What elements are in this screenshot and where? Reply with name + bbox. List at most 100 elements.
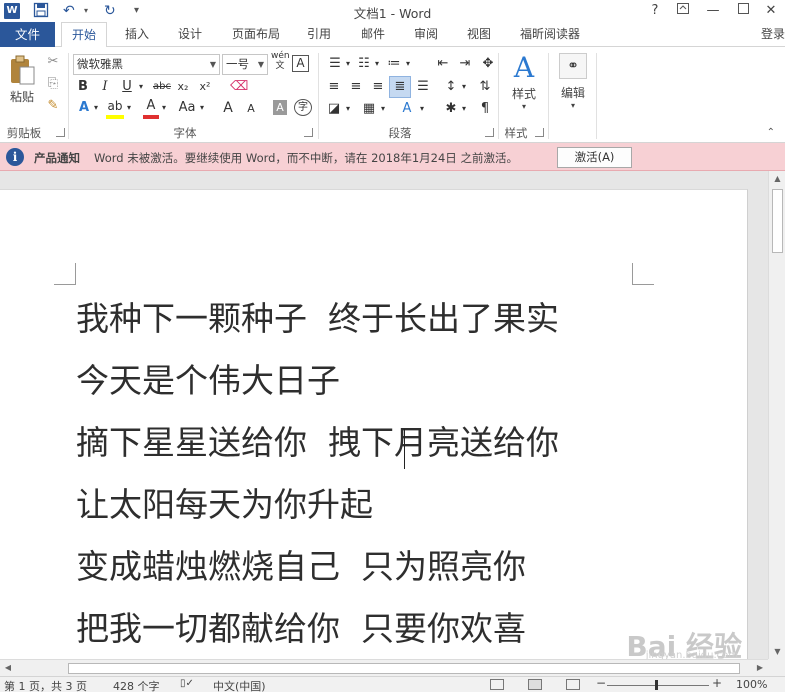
bold-button[interactable]: B — [76, 78, 90, 96]
shrink-font-button[interactable]: A — [244, 100, 258, 118]
multilevel-list-icon[interactable]: ≔ — [384, 55, 404, 73]
zoom-level[interactable]: 100% — [736, 678, 767, 691]
paragraph-launcher-icon[interactable] — [485, 128, 494, 137]
tab-insert[interactable]: 插入 — [118, 22, 156, 47]
grow-font-button[interactable]: A — [220, 99, 236, 117]
activate-button[interactable]: 激活(A) — [557, 147, 632, 168]
paste-button[interactable]: 粘贴 — [5, 55, 39, 113]
text-effects-button[interactable]: A — [76, 99, 92, 117]
tab-view[interactable]: 视图 — [460, 22, 498, 47]
chevron-down-icon[interactable]: ▾ — [92, 99, 100, 117]
sort-icon[interactable]: ⇅ — [476, 78, 494, 96]
text-line[interactable]: 摘下星星送给你 拽下月亮送给你 — [76, 423, 559, 463]
line-spacing-icon[interactable]: ↕ — [442, 78, 460, 96]
format-painter-icon[interactable]: ✎ — [44, 97, 62, 115]
show-hide-marks-icon[interactable]: ¶ — [476, 100, 494, 118]
font-launcher-icon[interactable] — [304, 128, 313, 137]
chevron-down-icon[interactable]: ▾ — [460, 100, 468, 118]
word-count[interactable]: 428 个字 — [113, 678, 160, 692]
tab-layout[interactable]: 页面布局 — [226, 22, 286, 47]
borders-icon[interactable]: ▦ — [360, 100, 378, 118]
cut-icon[interactable]: ✂ — [44, 53, 62, 71]
text-line[interactable]: 把我一切都献给你 只要你欢喜 — [76, 609, 526, 649]
tab-references[interactable]: 引用 — [300, 22, 338, 47]
horizontal-scrollbar[interactable]: ◀ ▶ — [0, 659, 768, 676]
styles-launcher-icon[interactable] — [535, 128, 544, 137]
chevron-down-icon[interactable]: ▾ — [460, 78, 468, 96]
ribbon-display-options-icon[interactable] — [672, 2, 694, 20]
change-case-button[interactable]: Aa — [176, 99, 198, 117]
print-layout-icon[interactable] — [528, 679, 542, 690]
tab-design[interactable]: 设计 — [171, 22, 209, 47]
bullets-icon[interactable]: ☰ — [325, 55, 345, 73]
increase-indent-icon[interactable]: ⇥ — [456, 55, 474, 73]
chevron-down-icon[interactable]: ▾ — [160, 99, 168, 117]
subscript-button[interactable]: x₂ — [175, 78, 191, 96]
page-count[interactable]: 第 1 页，共 3 页 — [4, 678, 87, 692]
tab-foxit-reader[interactable]: 福昕阅读器 — [514, 22, 586, 47]
asian-typography-icon[interactable]: A — [398, 100, 416, 118]
maximize-button[interactable] — [732, 2, 754, 20]
enclose-characters-button[interactable]: 字 — [294, 99, 312, 116]
scroll-up-icon[interactable]: ▲ — [769, 174, 785, 183]
font-size-select[interactable]: 一号 ▼ — [222, 54, 268, 75]
align-right-icon[interactable]: ≡ — [369, 78, 387, 96]
font-color-button[interactable]: A — [143, 97, 159, 119]
login-link[interactable]: 登录 — [761, 25, 785, 42]
document-area[interactable]: 我种下一颗种子 终于长出了果实 今天是个伟大日子 摘下星星送给你 拽下月亮送给你… — [0, 171, 768, 659]
distributed-icon[interactable]: ☰ — [414, 78, 432, 96]
clear-formatting-icon[interactable]: ⌫ — [230, 78, 248, 96]
italic-button[interactable]: I — [98, 78, 112, 96]
justify-icon[interactable]: ≣ — [389, 76, 411, 98]
chevron-down-icon[interactable]: ▾ — [404, 55, 412, 73]
zoom-out-button[interactable]: − — [596, 676, 606, 690]
chevron-down-icon[interactable]: ▾ — [373, 55, 381, 73]
minimize-button[interactable]: — — [702, 2, 724, 20]
chevron-down-icon[interactable]: ▾ — [344, 55, 352, 73]
editing-button[interactable]: ⚭ 编辑 ▾ — [554, 53, 592, 119]
clipboard-launcher-icon[interactable] — [56, 128, 65, 137]
zoom-slider[interactable] — [607, 685, 709, 686]
zoom-slider-thumb[interactable] — [655, 680, 658, 690]
zoom-in-button[interactable]: + — [712, 676, 722, 690]
decrease-indent-icon[interactable]: ⇤ — [434, 55, 452, 73]
document-page[interactable]: 我种下一颗种子 终于长出了果实 今天是个伟大日子 摘下星星送给你 拽下月亮送给你… — [0, 189, 748, 659]
strikethrough-button[interactable]: abc — [151, 78, 173, 96]
scroll-right-icon[interactable]: ▶ — [754, 663, 766, 672]
chevron-down-icon[interactable]: ▾ — [137, 78, 145, 96]
styles-button[interactable]: A 样式 ▾ — [505, 53, 543, 119]
scroll-left-icon[interactable]: ◀ — [2, 663, 14, 672]
proofing-icon[interactable]: ▯✓ — [180, 678, 194, 689]
highlight-color-icon[interactable]: ab — [106, 97, 124, 119]
close-button[interactable]: ✕ — [760, 2, 782, 20]
tab-mailings[interactable]: 邮件 — [354, 22, 392, 47]
numbering-icon[interactable]: ☷ — [354, 55, 374, 73]
scroll-down-icon[interactable]: ▼ — [769, 647, 785, 656]
tab-home[interactable]: 开始 — [61, 22, 107, 48]
chevron-down-icon[interactable]: ▾ — [379, 100, 387, 118]
font-name-select[interactable]: 微软雅黑 ▼ — [73, 54, 220, 75]
character-border-icon[interactable]: A — [292, 55, 309, 72]
tab-file[interactable]: 文件 — [0, 22, 55, 47]
align-center-icon[interactable]: ≡ — [347, 78, 365, 96]
language-indicator[interactable]: 中文(中国) — [213, 678, 266, 692]
web-layout-icon[interactable] — [566, 679, 580, 690]
text-line[interactable]: 变成蜡烛燃烧自己 只为照亮你 — [76, 547, 526, 587]
align-left-icon[interactable]: ≡ — [325, 78, 343, 96]
underline-button[interactable]: U — [120, 78, 134, 96]
chevron-down-icon[interactable]: ▾ — [125, 99, 133, 117]
read-mode-icon[interactable] — [490, 679, 504, 690]
character-scaling-icon[interactable]: ✱ — [442, 100, 460, 118]
chevron-down-icon[interactable]: ▾ — [198, 99, 206, 117]
horizontal-scroll-thumb[interactable] — [68, 663, 740, 674]
tab-review[interactable]: 审阅 — [407, 22, 445, 47]
chevron-down-icon[interactable]: ▾ — [344, 100, 352, 118]
chevron-down-icon[interactable]: ▾ — [418, 100, 426, 118]
text-line[interactable]: 让太阳每天为你升起 — [76, 485, 373, 525]
help-button[interactable]: ? — [644, 2, 666, 20]
vertical-scrollbar[interactable]: ▲ ▼ — [768, 171, 785, 659]
vertical-scroll-thumb[interactable] — [772, 189, 783, 253]
superscript-button[interactable]: x² — [197, 78, 213, 96]
collapse-ribbon-icon[interactable]: ⌃ — [767, 127, 775, 138]
phonetic-guide-icon[interactable]: wén 文 — [271, 51, 290, 71]
